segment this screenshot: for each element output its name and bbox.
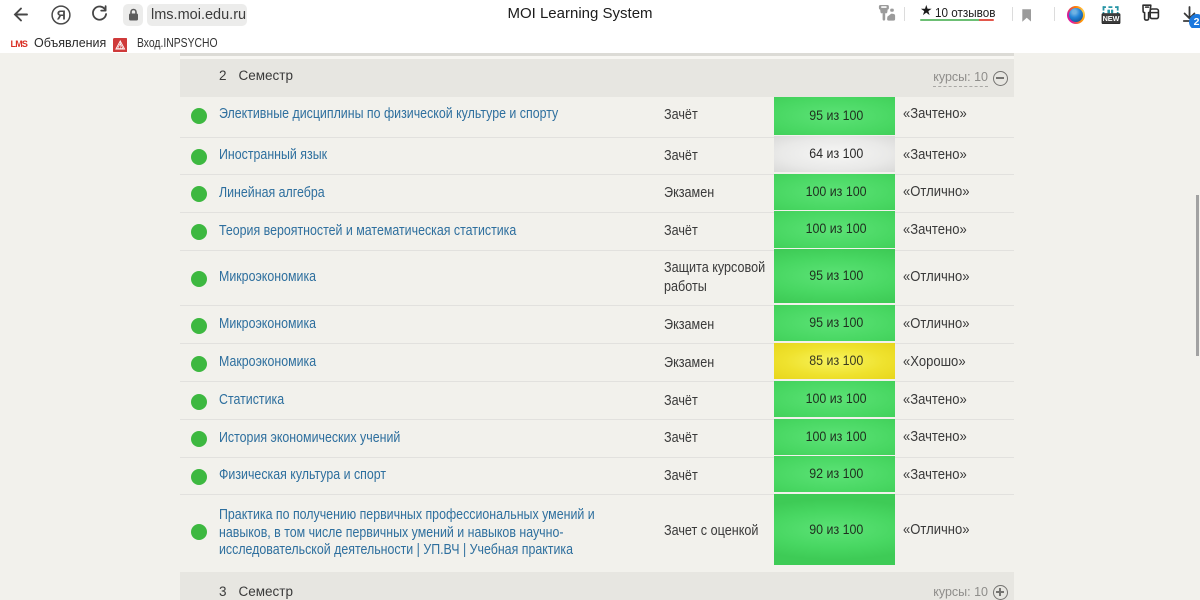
svg-text:NEW: NEW — [1103, 14, 1120, 23]
